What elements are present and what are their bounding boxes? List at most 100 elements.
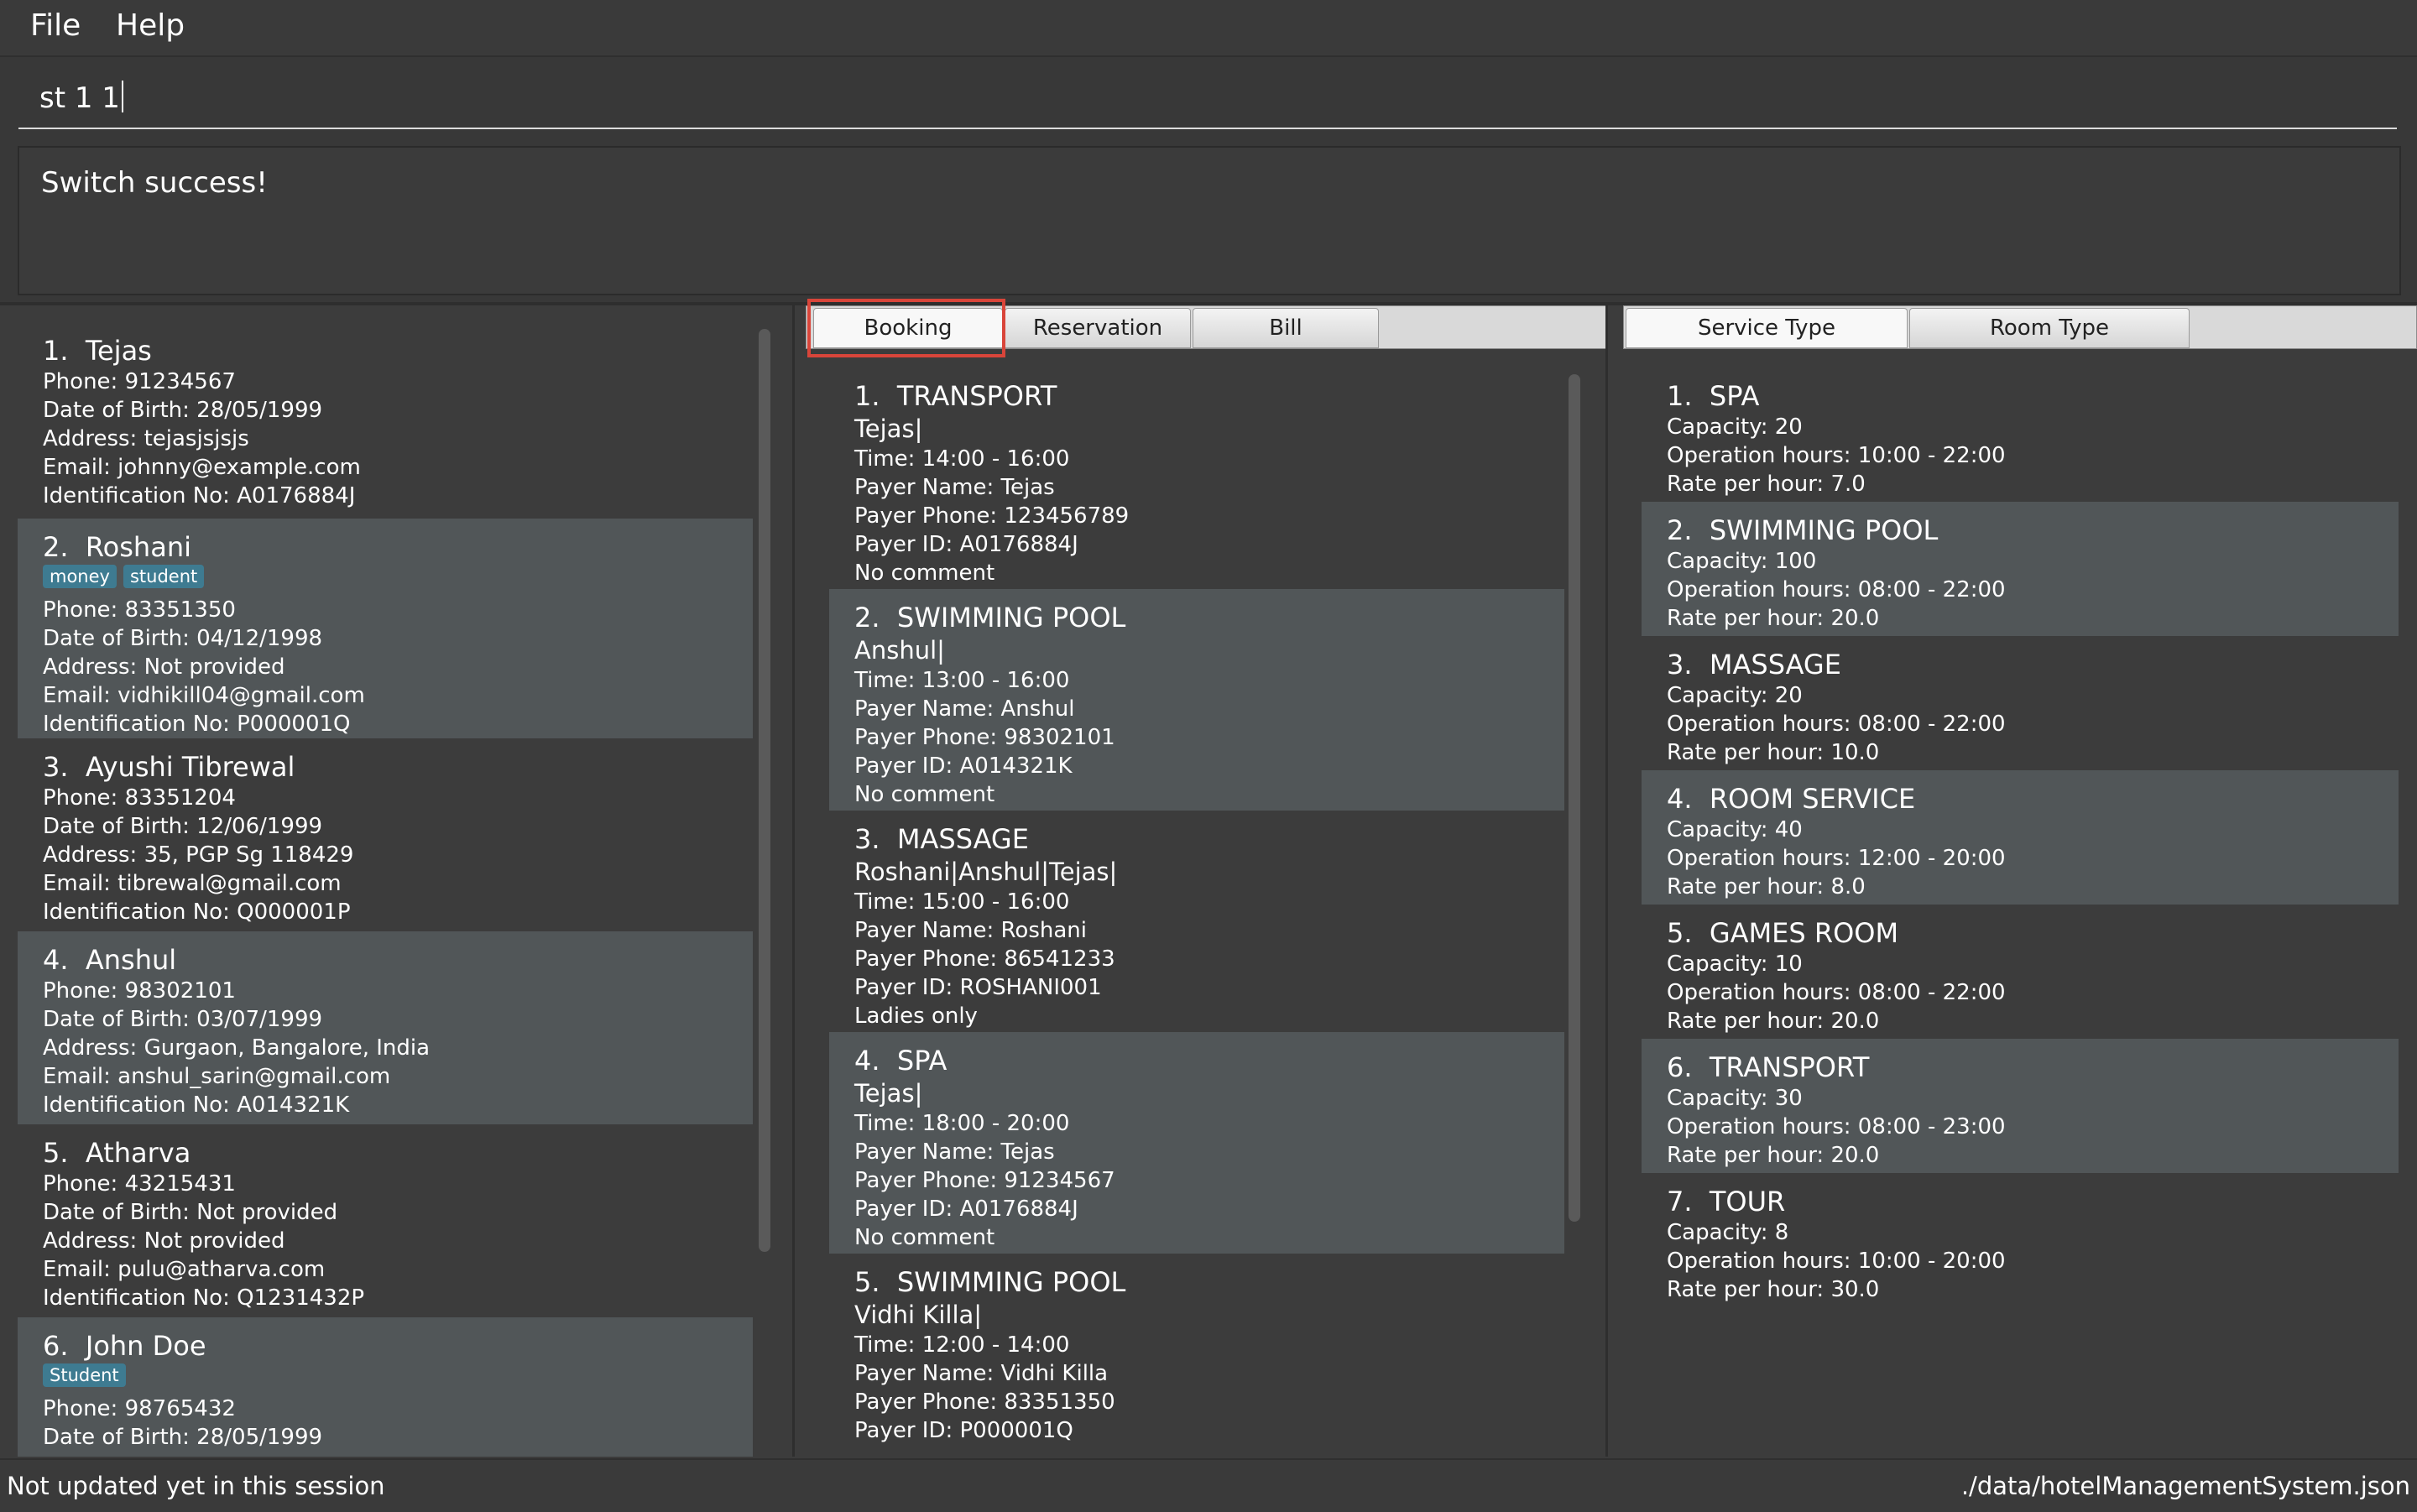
menu-file[interactable]: File (30, 8, 81, 43)
service-card[interactable]: 2. SWIMMING POOL Capacity: 100 Operation… (1642, 502, 2399, 636)
booking-payer-phone: Payer Phone: 91234567 (854, 1168, 1115, 1193)
booking-guests: Vidhi Killa| (854, 1301, 983, 1329)
service-hours: Operation hours: 08:00 - 23:00 (1667, 1114, 2006, 1139)
guest-index: 3. (43, 751, 69, 783)
guest-card[interactable]: 5. Atharva Phone: 43215431 Date of Birth… (18, 1124, 753, 1317)
booking-service: SWIMMING POOL (896, 602, 1126, 633)
guest-email: Email: anshul_sarin@gmail.com (43, 1064, 391, 1089)
guest-phone: Phone: 91234567 (43, 369, 236, 394)
guest-dob: Date of Birth: 03/07/1999 (43, 1007, 323, 1032)
guest-dob: Date of Birth: 12/06/1999 (43, 814, 323, 839)
guest-name: Atharva (85, 1137, 191, 1169)
booking-payer-name: Payer Name: Roshani (854, 918, 1087, 943)
guest-card[interactable]: 2. Roshani money student Phone: 83351350 … (18, 519, 753, 738)
service-rate: Rate per hour: 20.0 (1667, 1143, 1880, 1168)
result-display-area: Switch success! (0, 134, 2417, 305)
service-card[interactable]: 1. SPA Capacity: 20 Operation hours: 10:… (1642, 368, 2399, 502)
command-box: st 1 1 (0, 57, 2417, 134)
booking-card[interactable]: 2. SWIMMING POOL Anshul| Time: 13:00 - 1… (829, 589, 1564, 811)
status-last-updated: Not updated yet in this session (7, 1472, 385, 1500)
guest-name: Roshani (85, 531, 191, 563)
service-hours: Operation hours: 10:00 - 22:00 (1667, 443, 2006, 468)
guest-card[interactable]: 3. Ayushi Tibrewal Phone: 83351204 Date … (18, 738, 753, 931)
booking-panel: 1. TRANSPORT Tejas| Time: 14:00 - 16:00 … (795, 305, 1605, 1457)
service-name: TRANSPORT (1709, 1051, 1870, 1083)
guest-address: Address: Gurgaon, Bangalore, India (43, 1035, 431, 1061)
guest-phone: Phone: 43215431 (43, 1171, 236, 1197)
service-capacity: Capacity: 100 (1667, 549, 1817, 574)
service-card[interactable]: 6. TRANSPORT Capacity: 30 Operation hour… (1642, 1039, 2399, 1173)
service-index: 5. (1667, 917, 1693, 949)
guest-index: 2. (43, 531, 69, 563)
guest-card[interactable]: 1. Tejas Phone: 91234567 Date of Birth: … (18, 322, 753, 519)
result-display[interactable]: Switch success! (18, 146, 2401, 295)
service-hours: Operation hours: 08:00 - 22:00 (1667, 980, 2006, 1005)
service-name: GAMES ROOM (1709, 917, 1899, 949)
service-index: 2. (1667, 514, 1693, 546)
guest-card[interactable]: 4. Anshul Phone: 98302101 Date of Birth:… (18, 931, 753, 1124)
service-capacity: Capacity: 20 (1667, 414, 1803, 440)
guest-list[interactable]: 1. Tejas Phone: 91234567 Date of Birth: … (18, 322, 753, 1457)
booking-payer-name: Payer Name: Vidhi Killa (854, 1361, 1109, 1386)
service-capacity: Capacity: 30 (1667, 1086, 1803, 1111)
service-capacity: Capacity: 8 (1667, 1220, 1789, 1245)
service-card[interactable]: 5. GAMES ROOM Capacity: 10 Operation hou… (1642, 905, 2399, 1039)
service-card[interactable]: 7. TOUR Capacity: 8 Operation hours: 10:… (1642, 1173, 2399, 1307)
booking-service: SPA (896, 1045, 947, 1077)
tab-reservation[interactable]: Reservation (1005, 308, 1191, 348)
service-card[interactable]: 3. MASSAGE Capacity: 20 Operation hours:… (1642, 636, 2399, 770)
guest-email: Email: vidhikill04@gmail.com (43, 683, 365, 708)
service-capacity: Capacity: 10 (1667, 952, 1803, 977)
service-hours: Operation hours: 08:00 - 22:00 (1667, 577, 2006, 602)
booking-card[interactable]: 3. MASSAGE Roshani|Anshul|Tejas| Time: 1… (829, 811, 1564, 1032)
guest-name: Anshul (85, 944, 177, 976)
service-index: 6. (1667, 1051, 1693, 1083)
booking-time: Time: 14:00 - 16:00 (854, 446, 1070, 472)
booking-list-scrollbar[interactable] (1569, 374, 1580, 1222)
guest-index: 5. (43, 1137, 69, 1169)
command-input-value: st 1 1 (39, 81, 120, 115)
booking-index: 5. (854, 1266, 880, 1298)
booking-payer-name: Payer Name: Tejas (854, 1139, 1055, 1165)
booking-service: MASSAGE (896, 823, 1029, 855)
booking-time: Time: 12:00 - 14:00 (854, 1332, 1070, 1358)
booking-card[interactable]: 4. SPA Tejas| Time: 18:00 - 20:00 Payer … (829, 1032, 1564, 1254)
tab-service-type[interactable]: Service Type (1626, 308, 1908, 348)
booking-service: TRANSPORT (896, 380, 1057, 412)
right-tab-bar: Service Type Room Type (1623, 305, 2417, 349)
service-rate: Rate per hour: 20.0 (1667, 606, 1880, 631)
guest-name: John Doe (85, 1330, 206, 1362)
booking-card[interactable]: 5. SWIMMING POOL Vidhi Killa| Time: 12:0… (829, 1254, 1564, 1457)
guest-address: Address: Not provided (43, 654, 285, 680)
booking-index: 2. (854, 602, 880, 633)
guest-name: Ayushi Tibrewal (85, 751, 295, 783)
booking-payer-id: Payer ID: A0176884J (854, 1197, 1078, 1222)
booking-payer-phone: Payer Phone: 98302101 (854, 725, 1115, 750)
booking-payer-phone: Payer Phone: 86541233 (854, 946, 1115, 972)
guest-list-scrollbar[interactable] (759, 329, 770, 1252)
command-input[interactable]: st 1 1 (18, 64, 2397, 129)
booking-guests: Anshul| (854, 636, 945, 665)
service-name: ROOM SERVICE (1709, 783, 1916, 815)
booking-list[interactable]: 1. TRANSPORT Tejas| Time: 14:00 - 16:00 … (829, 368, 1564, 1457)
service-rate: Rate per hour: 30.0 (1667, 1277, 1880, 1302)
booking-index: 4. (854, 1045, 880, 1077)
service-card[interactable]: 4. ROOM SERVICE Capacity: 40 Operation h… (1642, 770, 2399, 905)
booking-time: Time: 18:00 - 20:00 (854, 1111, 1070, 1136)
guest-tags: money student (43, 565, 753, 593)
menu-help[interactable]: Help (116, 8, 185, 43)
guest-email: Email: tibrewal@gmail.com (43, 871, 342, 896)
booking-index: 3. (854, 823, 880, 855)
service-list[interactable]: 1. SPA Capacity: 20 Operation hours: 10:… (1642, 368, 2399, 1457)
service-hours: Operation hours: 10:00 - 20:00 (1667, 1249, 2006, 1274)
tab-room-type[interactable]: Room Type (1909, 308, 2190, 348)
tab-bill[interactable]: Bill (1193, 308, 1379, 348)
guest-card[interactable]: 6. John Doe Student Phone: 98765432 Date… (18, 1317, 753, 1457)
booking-comment: No comment (854, 1225, 995, 1250)
booking-guests: Tejas| (854, 414, 923, 443)
booking-guests: Roshani|Anshul|Tejas| (854, 858, 1118, 886)
booking-time: Time: 15:00 - 16:00 (854, 889, 1070, 915)
guest-name: Tejas (85, 335, 152, 367)
booking-card[interactable]: 1. TRANSPORT Tejas| Time: 14:00 - 16:00 … (829, 368, 1564, 589)
guest-tags: Student (43, 1363, 753, 1392)
